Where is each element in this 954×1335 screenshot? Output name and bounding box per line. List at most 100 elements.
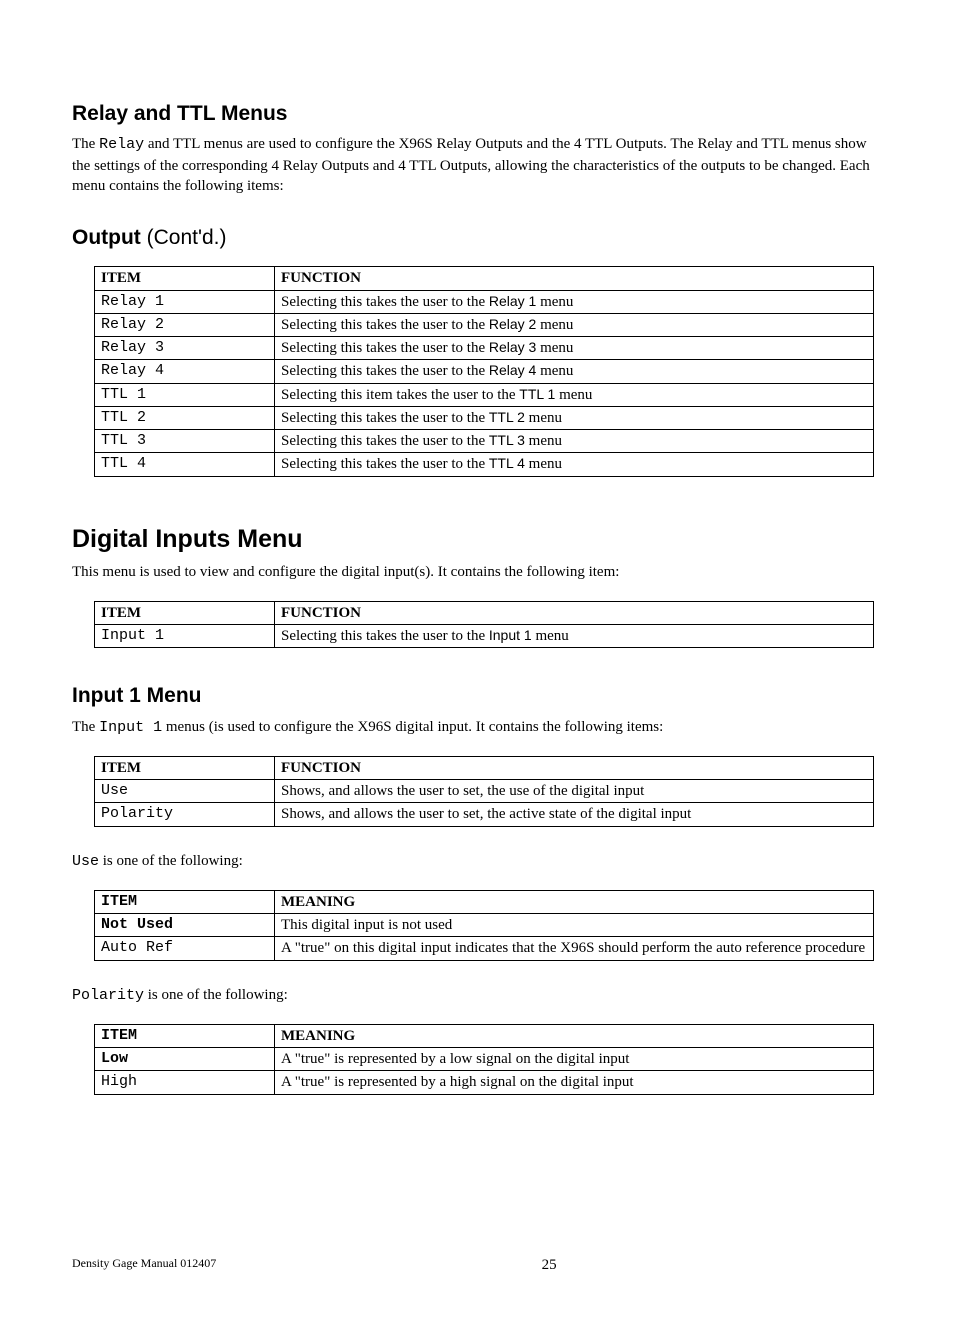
th-meaning: MEANING [275,890,874,913]
table-row: LowA "true" is represented by a low sign… [95,1048,874,1071]
th-item: ITEM [95,601,275,624]
text: menu [525,410,562,426]
text: Selecting this takes the user to the [281,433,489,449]
table-row: Relay 4Selecting this takes the user to … [95,360,874,383]
table-row: TTL 4Selecting this takes the user to th… [95,453,874,476]
cell-func: Selecting this takes the user to the TTL… [275,453,874,476]
text-bold: Output [72,226,147,249]
para-digital-inputs: This menu is used to view and configure … [72,562,882,582]
cell-item: Relay 3 [95,337,275,360]
page-footer: Density Gage Manual 012407 25 [72,1255,882,1275]
heading-digital-inputs: Digital Inputs Menu [72,523,882,557]
cell-item: TTL 2 [95,406,275,429]
text: menu [532,628,569,644]
text: menu [525,433,562,449]
cell-func: Selecting this takes the user to the TTL… [275,430,874,453]
th-item: ITEM [95,1024,275,1047]
text-mono: Relay [99,136,144,153]
text-link: TTL 2 [489,409,525,425]
table-row: TTL 3Selecting this takes the user to th… [95,430,874,453]
table-row: HighA "true" is represented by a high si… [95,1071,874,1094]
para-relay-ttl: The Relay and TTL menus are used to conf… [72,134,882,196]
table-row: UseShows, and allows the user to set, th… [95,780,874,803]
text-link: TTL 3 [489,432,525,448]
text: is one of the following: [99,853,243,869]
text: Selecting this takes the user to the [281,363,489,379]
th-function: FUNCTION [275,756,874,779]
table-row: Auto RefA "true" on this digital input i… [95,937,874,960]
text: menu [536,363,573,379]
table-row: Not UsedThis digital input is not used [95,914,874,937]
heading-output-contd: Output (Cont'd.) [72,224,882,252]
text: menu [536,340,573,356]
th-item: ITEM [95,890,275,913]
text-mono: Input 1 [99,719,162,736]
para-polarity-intro: Polarity is one of the following: [72,985,882,1006]
text-link: Input 1 [489,627,532,643]
text: Selecting this takes the user to the [281,317,489,333]
table-polarity: ITEM MEANING LowA "true" is represented … [94,1024,874,1095]
cell-mean: A "true" on this digital input indicates… [275,937,874,960]
text-mono: Use [72,853,99,870]
text-mono: Polarity [72,987,144,1004]
text: Selecting this takes the user to the [281,628,489,644]
table-row: Relay 2Selecting this takes the user to … [95,313,874,336]
cell-item: Polarity [95,803,275,826]
heading-input1: Input 1 Menu [72,682,882,710]
cell-func: Shows, and allows the user to set, the u… [275,780,874,803]
text: The [72,719,99,735]
cell-item: TTL 1 [95,383,275,406]
table-header-row: ITEM FUNCTION [95,601,874,624]
cell-mean: A "true" is represented by a high signal… [275,1071,874,1094]
text-link: TTL 4 [489,455,525,471]
table-row: TTL 1Selecting this item takes the user … [95,383,874,406]
cell-item: Relay 2 [95,313,275,336]
text: menu [555,387,592,403]
text: menus (is used to configure the X96S dig… [162,719,663,735]
text: The [72,136,99,152]
th-function: FUNCTION [275,601,874,624]
text: (Cont'd.) [147,226,227,249]
table-output: ITEM FUNCTION Relay 1Selecting this take… [94,266,874,476]
table-row: Input 1Selecting this takes the user to … [95,624,874,647]
th-item: ITEM [95,267,275,290]
cell-func: Shows, and allows the user to set, the a… [275,803,874,826]
cell-func: Selecting this item takes the user to th… [275,383,874,406]
cell-item: High [95,1071,275,1094]
cell-func: Selecting this takes the user to the TTL… [275,406,874,429]
text-link: Relay 2 [489,316,536,332]
text: Selecting this takes the user to the [281,294,489,310]
text: Selecting this takes the user to the [281,456,489,472]
cell-item: Auto Ref [95,937,275,960]
text-link: Relay 4 [489,362,536,378]
cell-item: Use [95,780,275,803]
th-meaning: MEANING [275,1024,874,1047]
table-header-row: ITEM FUNCTION [95,756,874,779]
text: and TTL menus are used to configure the … [72,136,870,194]
cell-item: Input 1 [95,624,275,647]
table-row: Relay 3Selecting this takes the user to … [95,337,874,360]
text-link: Relay 3 [489,339,536,355]
table-header-row: ITEM MEANING [95,890,874,913]
text: Selecting this item takes the user to th… [281,387,519,403]
table-input1: ITEM FUNCTION UseShows, and allows the u… [94,756,874,827]
cell-func: Selecting this takes the user to the Rel… [275,360,874,383]
table-digital-inputs: ITEM FUNCTION Input 1Selecting this take… [94,601,874,649]
th-function: FUNCTION [275,267,874,290]
para-input1: The Input 1 menus (is used to configure … [72,717,882,738]
table-header-row: ITEM MEANING [95,1024,874,1047]
text: Selecting this takes the user to the [281,340,489,356]
cell-item: TTL 3 [95,430,275,453]
cell-mean: A "true" is represented by a low signal … [275,1048,874,1071]
text: is one of the following: [144,987,288,1003]
cell-func: Selecting this takes the user to the Rel… [275,290,874,313]
text: menu [525,456,562,472]
text-link: Relay 1 [489,293,536,309]
table-row: Relay 1Selecting this takes the user to … [95,290,874,313]
table-row: TTL 2Selecting this takes the user to th… [95,406,874,429]
cell-item: Relay 1 [95,290,275,313]
cell-func: Selecting this takes the user to the Rel… [275,313,874,336]
cell-func: Selecting this takes the user to the Inp… [275,624,874,647]
text: menu [536,294,573,310]
text-link: TTL 1 [519,386,555,402]
